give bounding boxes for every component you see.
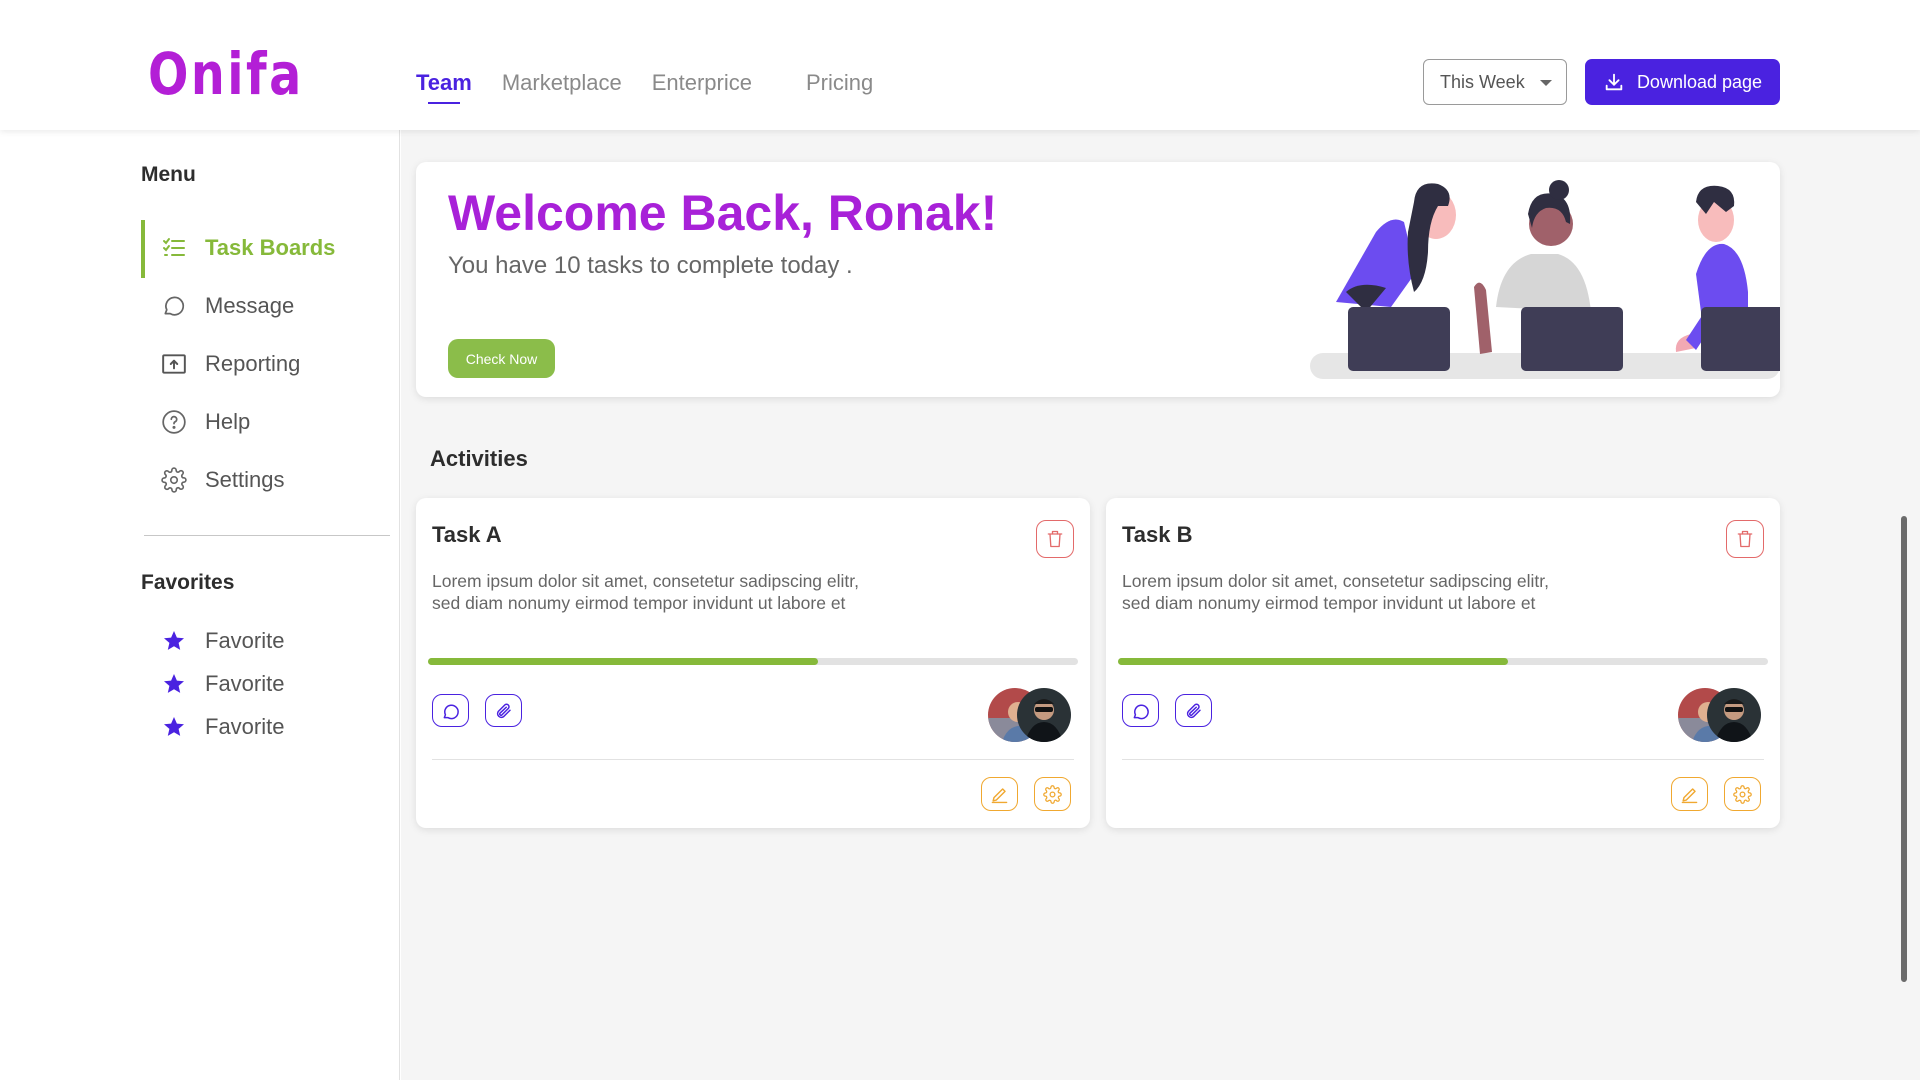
- task-description: Lorem ipsum dolor sit amet, consetetur s…: [1122, 570, 1602, 614]
- download-page-button[interactable]: Download page: [1585, 59, 1780, 105]
- task-progress-bar: [428, 658, 1078, 665]
- favorite-label: Favorite: [205, 714, 285, 739]
- task-settings-button[interactable]: [1034, 777, 1071, 811]
- sidebar-item-label: Message: [205, 293, 295, 318]
- top-nav: Team Marketplace Enterprice Pricing: [416, 70, 903, 104]
- chat-icon: [1133, 704, 1149, 719]
- sidebar-item-task-boards[interactable]: Task Boards: [141, 220, 391, 278]
- task-description: Lorem ipsum dolor sit amet, consetetur s…: [432, 570, 912, 614]
- task-title: Task B: [1122, 522, 1193, 547]
- sidebar-divider: [144, 535, 390, 536]
- nav-marketplace[interactable]: Marketplace: [502, 70, 622, 96]
- top-header: Onifa Team Marketplace Enterprice Pricin…: [0, 0, 1920, 130]
- sidebar-item-help[interactable]: Help: [141, 402, 391, 442]
- period-select[interactable]: This Week: [1423, 59, 1567, 105]
- gear-icon: [1043, 784, 1062, 804]
- edit-button[interactable]: [981, 777, 1018, 811]
- task-card: Task B Lorem ipsum dolor sit amet, conse…: [1106, 498, 1780, 828]
- upload-box-icon: [161, 351, 187, 377]
- task-title: Task A: [432, 522, 502, 547]
- task-card: Task A Lorem ipsum dolor sit amet, conse…: [416, 498, 1090, 828]
- sidebar-item-reporting[interactable]: Reporting: [141, 344, 391, 384]
- favorite-label: Favorite: [205, 671, 285, 696]
- favorites-title: Favorites: [141, 571, 235, 594]
- trash-icon: [1047, 530, 1063, 548]
- delete-task-button[interactable]: [1036, 520, 1074, 558]
- sidebar-item-label: Settings: [205, 467, 285, 492]
- delete-task-button[interactable]: [1726, 520, 1764, 558]
- trash-icon: [1737, 530, 1753, 548]
- card-divider: [1122, 759, 1764, 760]
- avatar[interactable]: [1017, 688, 1071, 742]
- task-description-line: Lorem ipsum dolor sit amet, consetetur s…: [1122, 571, 1549, 591]
- app-logo[interactable]: Onifa: [148, 40, 304, 108]
- chevron-down-icon: [1540, 80, 1552, 86]
- comment-button[interactable]: [1122, 694, 1159, 727]
- welcome-banner: Welcome Back, Ronak! You have 10 tasks t…: [416, 162, 1780, 397]
- sidebar-item-label: Task Boards: [205, 235, 336, 260]
- star-icon: [161, 671, 187, 697]
- list-check-icon: [161, 235, 187, 261]
- task-progress-fill: [428, 658, 818, 665]
- welcome-title: Welcome Back, Ronak!: [448, 185, 998, 241]
- sidebar-item-message[interactable]: Message: [141, 286, 391, 326]
- favorite-item[interactable]: Favorite: [141, 664, 391, 704]
- gear-icon: [161, 467, 187, 493]
- edit-button[interactable]: [1671, 777, 1708, 811]
- task-progress-fill: [1118, 658, 1508, 665]
- nav-pricing[interactable]: Pricing: [806, 70, 873, 96]
- favorite-item[interactable]: Favorite: [141, 621, 391, 661]
- sidebar-item-label: Help: [205, 409, 251, 434]
- task-description-line: Lorem ipsum dolor sit amet, consetetur s…: [432, 571, 859, 591]
- task-description-line: sed diam nonumy eirmod tempor invidunt u…: [1122, 593, 1536, 613]
- welcome-subtitle: You have 10 tasks to complete today .: [448, 252, 853, 279]
- download-icon: [1605, 73, 1623, 91]
- sidebar-item-label: Reporting: [205, 351, 301, 376]
- period-select-value: This Week: [1440, 71, 1525, 92]
- menu-title: Menu: [141, 163, 196, 186]
- nav-enterprice[interactable]: Enterprice: [652, 70, 752, 96]
- download-page-label: Download page: [1636, 71, 1763, 92]
- paperclip-icon: [1186, 703, 1201, 718]
- task-progress-bar: [1118, 658, 1768, 665]
- sidebar-item-settings[interactable]: Settings: [141, 460, 391, 500]
- team-illustration: [1310, 180, 1780, 379]
- favorite-label: Favorite: [205, 628, 285, 653]
- chat-icon: [443, 704, 459, 719]
- comment-button[interactable]: [432, 694, 469, 727]
- check-now-button[interactable]: Check Now: [448, 339, 555, 378]
- sidebar: [0, 130, 400, 1080]
- chat-icon: [161, 293, 187, 319]
- paperclip-icon: [496, 703, 511, 718]
- avatar[interactable]: [1707, 688, 1761, 742]
- pencil-icon: [991, 787, 1008, 803]
- pencil-icon: [1681, 787, 1698, 803]
- gear-icon: [1733, 784, 1752, 804]
- star-icon: [161, 714, 187, 740]
- attach-button[interactable]: [1175, 694, 1212, 727]
- task-settings-button[interactable]: [1724, 777, 1761, 811]
- card-divider: [432, 759, 1074, 760]
- favorite-item[interactable]: Favorite: [141, 707, 391, 747]
- task-description-line: sed diam nonumy eirmod tempor invidunt u…: [432, 593, 846, 613]
- main-scrollbar[interactable]: [1901, 516, 1907, 982]
- nav-team[interactable]: Team: [416, 70, 472, 104]
- activities-title: Activities: [430, 446, 528, 471]
- attach-button[interactable]: [485, 694, 522, 727]
- help-circle-icon: [161, 409, 187, 435]
- star-icon: [161, 628, 187, 654]
